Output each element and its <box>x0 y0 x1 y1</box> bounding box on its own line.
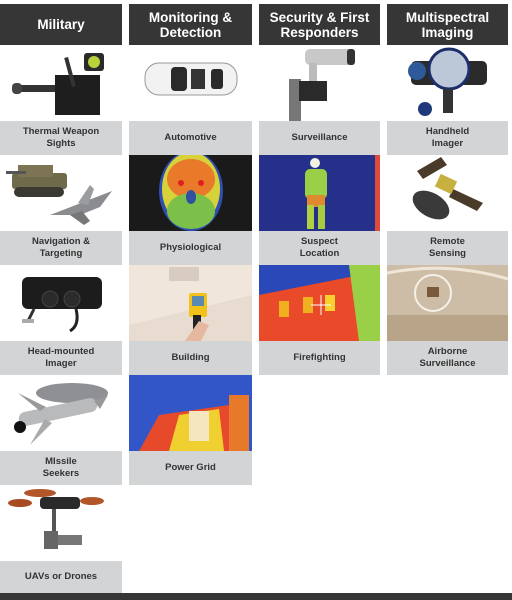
tile-remote-sensing: Remote Sensing <box>387 155 508 265</box>
column-header: Military <box>0 4 122 45</box>
tile-label: Thermal Weapon Sights <box>0 121 122 155</box>
tile-thermal-weapon-sights: Thermal Weapon Sights <box>0 45 122 155</box>
tile-navigation-targeting: Navigation & Targeting <box>0 155 122 265</box>
tile-label: Automotive <box>129 121 252 155</box>
tile-head-mounted-imager: Head-mounted Imager <box>0 265 122 375</box>
thermal-transformer-icon <box>129 375 252 451</box>
aerial-city-icon <box>387 265 508 341</box>
missile-icon <box>0 375 122 451</box>
tile-label: Power Grid <box>129 451 252 485</box>
tile-power-grid: Power Grid <box>129 375 252 485</box>
tile-building: Building <box>129 265 252 375</box>
tile-label: Airborne Surveillance <box>387 341 508 375</box>
column-military: Military Thermal Weapon Sights Navigatio… <box>0 4 122 595</box>
thermal-building-icon <box>259 265 380 341</box>
head-mounted-imager-icon <box>0 265 122 341</box>
rifle-scope-icon <box>0 45 122 121</box>
tank-jet-icon <box>0 155 122 231</box>
tile-label: Remote Sensing <box>387 231 508 265</box>
tile-label: Surveillance <box>259 121 380 155</box>
satellite-icon <box>387 155 508 231</box>
tile-label: Firefighting <box>259 341 380 375</box>
column-multispectral-imaging: Multispectral Imaging Handheld Imager Re… <box>387 4 508 375</box>
tile-airborne-surveillance: Airborne Surveillance <box>387 265 508 375</box>
tile-label: Handheld Imager <box>387 121 508 155</box>
tile-label: Head-mounted Imager <box>0 341 122 375</box>
tile-physiological: Physiological <box>129 155 252 265</box>
tile-uavs-drones: UAVs or Drones <box>0 485 122 595</box>
tile-surveillance: Surveillance <box>259 45 380 155</box>
tile-label: Suspect Location <box>259 231 380 265</box>
security-camera-icon <box>259 45 380 121</box>
column-monitoring-detection: Monitoring & Detection Automotive Physio… <box>129 4 252 485</box>
handheld-imager-icon <box>387 45 508 121</box>
column-header: Monitoring & Detection <box>129 4 252 45</box>
tile-missile-seekers: MIssile Seekers <box>0 375 122 485</box>
tile-label: Building <box>129 341 252 375</box>
tile-firefighting: Firefighting <box>259 265 380 375</box>
car-icon <box>129 45 252 121</box>
tile-label: Navigation & Targeting <box>0 231 122 265</box>
drone-icon <box>0 485 122 561</box>
thermal-person-icon <box>259 155 380 231</box>
thermal-camera-ceiling-icon <box>129 265 252 341</box>
tile-label: UAVs or Drones <box>0 561 122 593</box>
column-security-first-responders: Security & First Responders Surveillance… <box>259 4 380 375</box>
tile-handheld-imager: Handheld Imager <box>387 45 508 155</box>
column-header: Security & First Responders <box>259 4 380 45</box>
thermal-face-icon <box>129 155 252 231</box>
tile-automotive: Automotive <box>129 45 252 155</box>
tile-label: Physiological <box>129 231 252 265</box>
column-header: Multispectral Imaging <box>387 4 508 45</box>
footer-bar <box>0 593 512 600</box>
tile-label: MIssile Seekers <box>0 451 122 485</box>
tile-suspect-location: Suspect Location <box>259 155 380 265</box>
